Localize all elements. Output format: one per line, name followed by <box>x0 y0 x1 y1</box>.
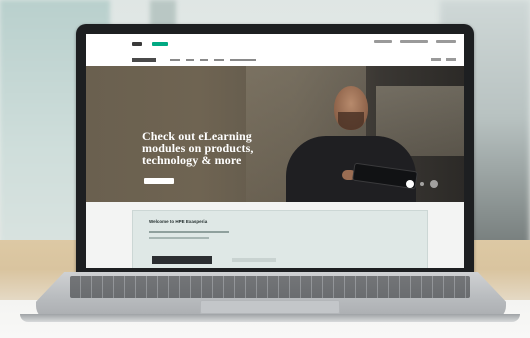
hero-headline-line: technology & more <box>142 153 242 167</box>
brand-logo-accent <box>152 42 168 46</box>
hero-cta-button[interactable] <box>144 178 174 184</box>
login-link[interactable] <box>431 58 441 61</box>
nav-item[interactable] <box>170 59 180 61</box>
utility-link[interactable] <box>436 40 456 43</box>
nav-menu <box>170 59 256 61</box>
laptop-trackpad <box>200 300 340 314</box>
nav-item[interactable] <box>186 59 194 61</box>
search-icon[interactable] <box>446 58 456 61</box>
laptop-keyboard <box>70 276 470 298</box>
laptop-base-lip <box>20 314 520 322</box>
brand-logo[interactable] <box>132 42 142 46</box>
utility-link[interactable] <box>374 40 392 43</box>
nav-item[interactable] <box>214 59 224 61</box>
nav-item[interactable] <box>230 59 256 61</box>
carousel-dots <box>406 180 438 188</box>
welcome-subtitle-line <box>149 237 209 239</box>
section-tab[interactable] <box>232 258 276 262</box>
carousel-dot[interactable] <box>420 182 424 186</box>
utility-link[interactable] <box>400 40 428 43</box>
utility-links <box>374 40 456 43</box>
hero-headline: Check out eLearning modules on products,… <box>142 130 262 166</box>
nav-item[interactable] <box>200 59 208 61</box>
utility-bar <box>86 34 464 55</box>
photo-scene: Check out eLearning modules on products,… <box>0 0 530 338</box>
nav-actions <box>431 58 456 61</box>
laptop-screen: Check out eLearning modules on products,… <box>86 34 464 268</box>
site-logo[interactable] <box>132 58 156 62</box>
carousel-dot[interactable] <box>406 180 414 188</box>
section-tab[interactable] <box>152 256 212 264</box>
welcome-section: Welcome to HPE Exasperia <box>86 202 464 268</box>
welcome-subtitle <box>149 231 229 233</box>
carousel-dot[interactable] <box>430 180 438 188</box>
welcome-title: Welcome to HPE Exasperia <box>149 219 208 224</box>
hero-person-beard <box>338 112 364 130</box>
